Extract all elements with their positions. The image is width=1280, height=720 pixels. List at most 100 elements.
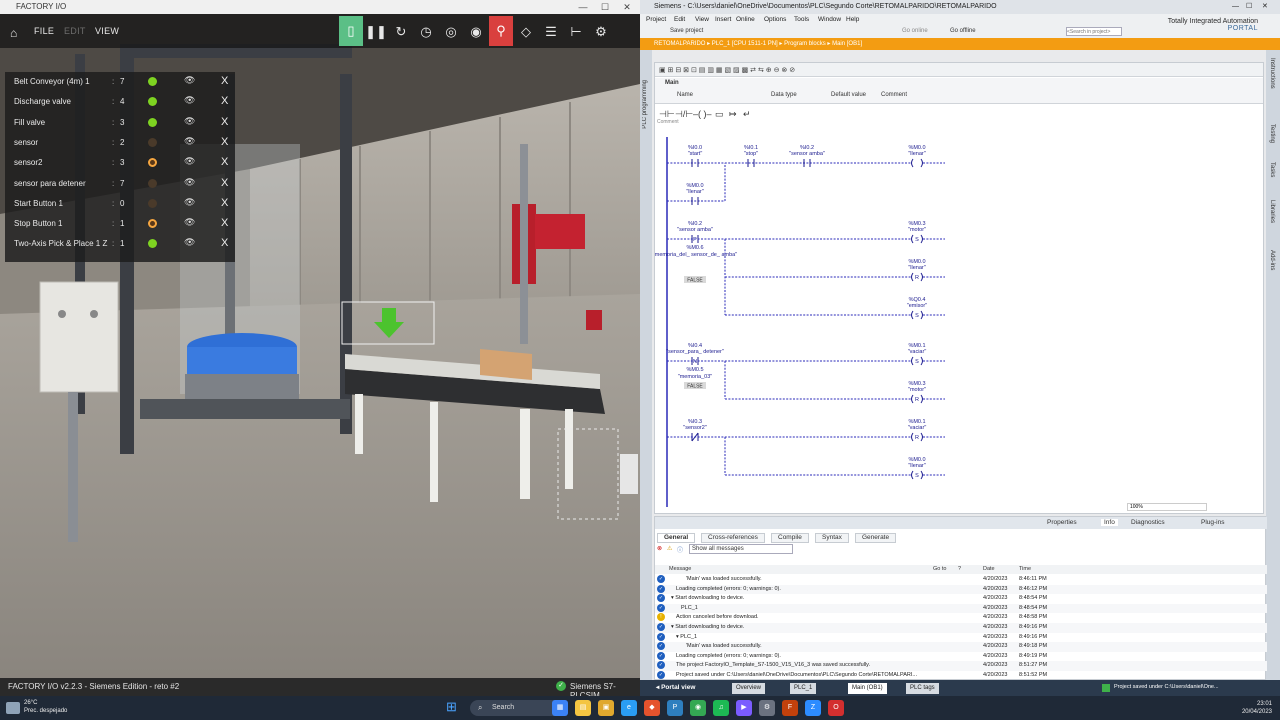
menu-edit[interactable]: Edit [674, 16, 685, 23]
spotify-icon[interactable]: ♫ [713, 700, 729, 716]
task-card-instructions[interactable]: Instructions [1269, 58, 1275, 89]
remove-tag-button[interactable]: X [221, 197, 228, 209]
search-project-input[interactable] [1066, 27, 1122, 36]
eye-icon[interactable]: 👁 [184, 95, 195, 106]
menu-options[interactable]: Options [764, 16, 786, 23]
media-icon[interactable]: ▶ [736, 700, 752, 716]
remove-tag-button[interactable]: X [221, 116, 228, 128]
warning-filter-icon[interactable]: ⚠ [667, 545, 672, 552]
brave-icon[interactable]: ◆ [644, 700, 660, 716]
menu-edit[interactable]: EDIT [64, 26, 86, 36]
tags-icon[interactable]: ☰ [539, 17, 563, 47]
camera-orbit-icon[interactable]: ◉ [464, 17, 488, 47]
menu-insert[interactable]: Insert [715, 16, 731, 23]
go-online-button[interactable]: Go online [902, 28, 928, 34]
edit-mode-icon[interactable]: ▯ [339, 16, 363, 46]
remove-tag-button[interactable]: X [221, 75, 228, 87]
inspector-tab-properties[interactable]: Properties [1047, 519, 1077, 526]
tag-status-indicator[interactable] [148, 239, 157, 249]
info-tab-crossreferences[interactable]: Cross-references [701, 533, 765, 543]
menu-online[interactable]: Online [736, 16, 755, 23]
eye-icon[interactable]: 👁 [184, 136, 195, 147]
remove-tag-button[interactable]: X [221, 156, 228, 168]
run-icon[interactable]: ⚲ [489, 16, 513, 46]
timer-icon[interactable]: ◷ [414, 17, 438, 47]
folder-icon[interactable]: ▣ [598, 700, 614, 716]
chrome-icon[interactable]: ◉ [690, 700, 706, 716]
tag-status-indicator[interactable] [148, 198, 157, 208]
eye-icon[interactable]: 👁 [184, 217, 195, 228]
menu-file[interactable]: FILE [34, 26, 54, 36]
menu-help[interactable]: Help [846, 16, 859, 23]
close-branch-icon[interactable]: ↵ [743, 109, 751, 120]
open-branch-icon[interactable]: ↦ [729, 109, 737, 120]
tab-main-ob1[interactable]: Main (OB1) [848, 683, 887, 694]
tag-status-indicator[interactable] [148, 77, 157, 86]
weather-icon[interactable] [6, 702, 20, 714]
menu-tools[interactable]: Tools [794, 16, 809, 23]
task-card-testing[interactable]: Testing [1269, 124, 1275, 143]
coil-shape[interactable] [911, 158, 923, 168]
info-filter-icon[interactable]: ⓘ [677, 545, 683, 554]
tag-status-indicator[interactable] [148, 97, 157, 107]
message-row[interactable]: ✓ The project FactoryIO_Template_S7-1500_… [655, 661, 1267, 671]
go-offline-button[interactable]: Go offline [950, 28, 976, 34]
tab-overview[interactable]: Overview [732, 683, 766, 694]
empty-box-icon[interactable]: ▭ [715, 109, 724, 120]
message-row[interactable]: ✓ PLC_1 4/20/2023 8:48:54 PM [655, 603, 1267, 614]
message-row[interactable]: ✓ Loading completed (errors: 0; warnings:… [655, 584, 1267, 595]
inspector-tab-info[interactable]: Info [1101, 519, 1118, 526]
minimize-button[interactable]: — [574, 0, 592, 14]
tools-icon[interactable]: ⚙ [589, 17, 613, 47]
info-tab-general[interactable]: General [657, 533, 696, 543]
settings-icon[interactable]: ⚙ [759, 700, 775, 716]
close-button[interactable]: ✕ [1262, 0, 1268, 14]
zoom-icon[interactable]: Z [805, 700, 821, 716]
breadcrumb[interactable]: RETOMALPARIDO ▸ PLC_1 [CPU 1511-1 PN] ▸ … [640, 38, 1280, 50]
message-row[interactable]: ✓ Loading completed (errors: 0; warnings:… [655, 651, 1267, 662]
eye-icon[interactable]: 👁 [184, 116, 195, 127]
info-tab-compile[interactable]: Compile [771, 533, 809, 543]
camera-icon[interactable]: ◎ [439, 17, 463, 47]
edge-icon[interactable]: e [621, 700, 637, 716]
project-tree-strip[interactable]: PLC programming [640, 50, 652, 680]
message-row[interactable]: ✓ ▾ Start downloading to device. 4/20/2023… [655, 623, 1267, 633]
eye-icon[interactable]: 👁 [184, 177, 195, 188]
eye-icon[interactable]: 👁 [184, 156, 195, 167]
eye-icon[interactable]: 👁 [184, 237, 195, 248]
pause-icon[interactable]: ❚❚ [364, 17, 388, 47]
menu-project[interactable]: Project [646, 16, 666, 23]
task-card-libraries[interactable]: Libraries [1269, 200, 1275, 223]
message-row[interactable]: ✓ 'Main' was loaded successfully. 4/20/202… [655, 642, 1267, 652]
tag-status-indicator[interactable] [148, 137, 157, 147]
editor-toolbar-icons[interactable]: ▣ ⊞ ⊟ ⊠ ⊡ ▤ ▥ ▦ ▧ ▨ ▩ ⇄ ⇆ ⊕ ⊖ ⊗ ⊘ [659, 67, 795, 74]
factoryio-icon[interactable]: F [782, 700, 798, 716]
zoom-select[interactable]: 100% [1127, 503, 1207, 511]
save-project-button[interactable]: Save project [670, 28, 703, 34]
info-tab-syntax[interactable]: Syntax [815, 533, 849, 543]
error-filter-icon[interactable]: ⊗ [657, 545, 662, 552]
task-card-add-ins[interactable]: Add-ins [1269, 250, 1275, 270]
remove-tag-button[interactable]: X [221, 177, 228, 189]
taskbar-clock[interactable]: 23:01 20/04/2023 [1242, 700, 1272, 716]
opera-icon[interactable]: O [828, 700, 844, 716]
menu-view[interactable]: View [695, 16, 709, 23]
drivers-icon[interactable]: ⊢ [564, 17, 588, 47]
menu-window[interactable]: Window [818, 16, 841, 23]
tag-status-indicator[interactable] [148, 158, 157, 168]
tab-plc1[interactable]: PLC_1 [790, 683, 817, 694]
task-card-tasks[interactable]: Tasks [1269, 162, 1275, 177]
tag-status-indicator[interactable] [148, 219, 157, 229]
file-explorer-icon[interactable]: ▤ [575, 700, 591, 716]
minimize-button[interactable]: — [1232, 0, 1239, 14]
inspector-tab-plugins[interactable]: Plug-ins [1201, 519, 1224, 526]
maximize-button[interactable]: ☐ [1246, 0, 1252, 14]
coil-icon[interactable]: –( )– [693, 109, 712, 119]
eye-icon[interactable]: 👁 [184, 197, 195, 208]
close-button[interactable]: ✕ [618, 0, 636, 14]
remove-tag-button[interactable]: X [221, 237, 228, 249]
maximize-button[interactable]: ☐ [596, 0, 614, 14]
message-row[interactable]: ✓ ▾ PLC_1 4/20/2023 8:49:16 PM [655, 632, 1267, 643]
message-row[interactable]: ✓ 'Main' was loaded successfully. 4/20/202… [655, 575, 1267, 585]
message-row[interactable]: ! Action canceled before download. 4/20/20… [655, 613, 1267, 623]
